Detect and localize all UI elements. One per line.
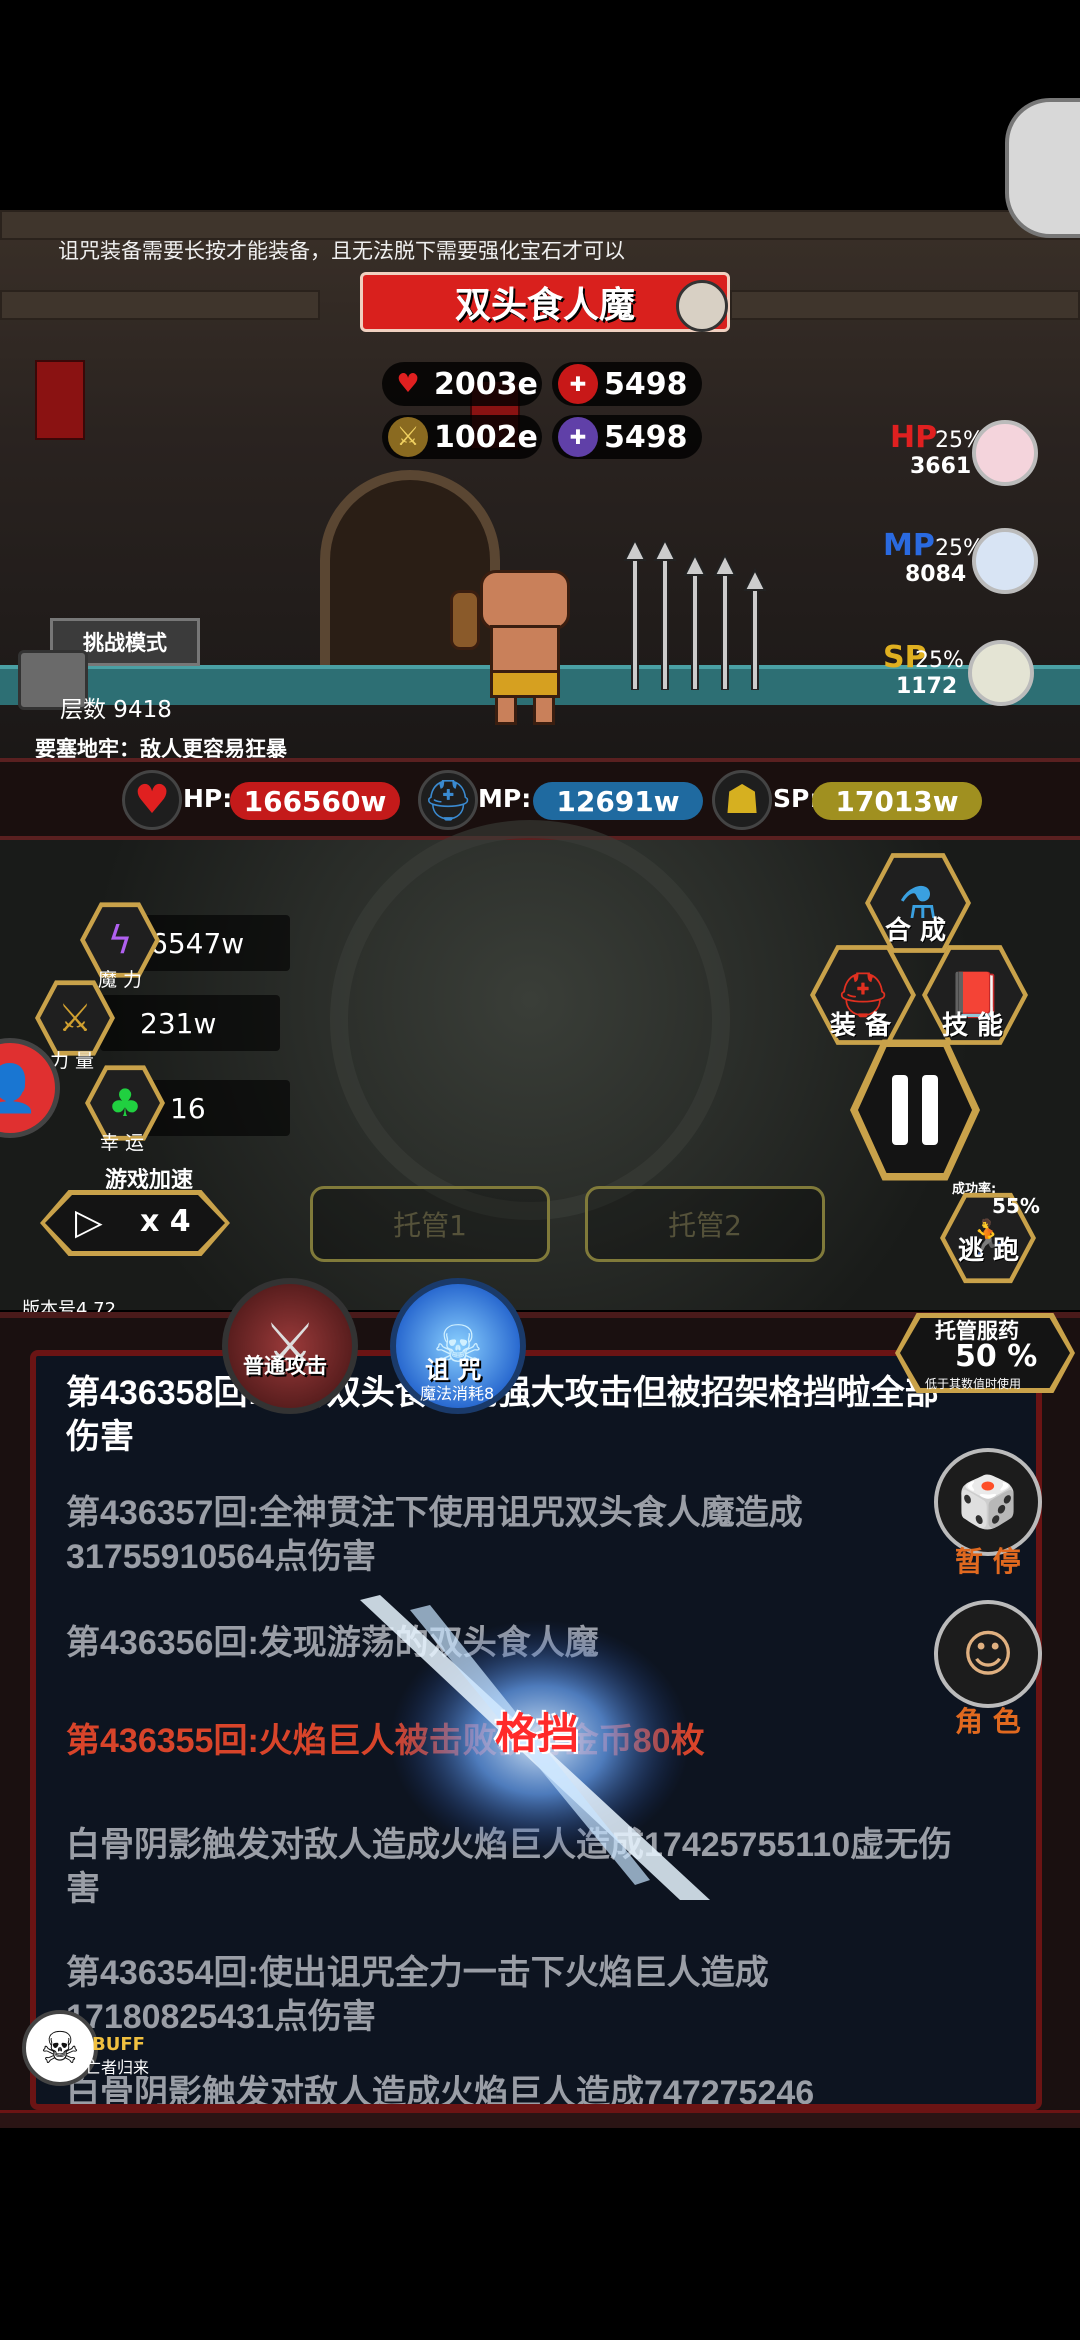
play-icon: ▷ <box>75 1202 103 1243</box>
escape-button[interactable]: 成功率: 🏃 55% 逃 跑 <box>940 1180 1050 1290</box>
sp-potion-icon <box>968 640 1034 706</box>
player-sp-bar: 17013w <box>812 782 982 820</box>
hooded-figure-icon: ☺ <box>961 1625 1015 1683</box>
player-hp-bar: 166560w <box>230 782 400 820</box>
game-speed-button[interactable]: 游戏加速 ▷ x 4 <box>40 1168 230 1256</box>
boss-defense: ✚ 5498 <box>552 362 702 406</box>
log-line: 白骨阴影触发对敌人造成火焰巨人造成747275246 <box>66 2074 815 2110</box>
sword-icon: ⚔ <box>388 417 428 457</box>
equip-tip: 诅咒装备需要长按才能装备，且无法脱下需要强化宝石才可以 <box>58 240 625 263</box>
player-mp-bar: 12691w <box>533 782 703 820</box>
helmet-icon: ⛑ <box>418 770 478 830</box>
block-effect-label: 格挡 <box>495 1709 580 1758</box>
layer-count: 层数 9418 <box>60 697 172 723</box>
role-button[interactable]: ☺ <box>934 1600 1042 1708</box>
attribute-luck: 16 <box>140 1080 290 1136</box>
wheel-decoration <box>330 820 730 1220</box>
heart-icon: ♥ <box>122 770 182 830</box>
boss-sprite <box>450 570 600 730</box>
auto-2-button[interactable]: 托管2 <box>585 1186 825 1262</box>
penguin-avatar-icon[interactable] <box>1005 98 1080 238</box>
auto-1-button[interactable]: 托管1 <box>310 1186 550 1262</box>
normal-attack-button[interactable]: ⚔ <box>222 1278 358 1414</box>
strength-icon: ☗ <box>712 770 772 830</box>
spike-trap <box>620 537 790 691</box>
boss-name: 双头食人魔 <box>360 272 730 332</box>
magic-shield-icon: ✚ <box>558 417 598 457</box>
boss-hp: ♥ 2003e <box>382 362 542 406</box>
hp-potion-icon <box>972 420 1038 486</box>
boss-magic-defense: ✚ 5498 <box>552 415 702 459</box>
frame-bottom <box>0 2110 1080 2128</box>
attribute-strength: 231w <box>100 995 280 1051</box>
shield-icon: ✚ <box>558 364 598 404</box>
dice-icon: 🎲 <box>956 1472 1020 1531</box>
heart-icon: ♥ <box>396 369 420 399</box>
skull-right-icon <box>676 280 728 332</box>
log-line: 第436357回:全神贯注下使用诅咒双头食人魔造成31755910564点伤害 <box>66 1494 803 1576</box>
log-line: 第436354回:使出诅咒全力一击下火焰巨人造成17180825431点伤害 <box>66 1954 769 2036</box>
boss-attack: ⚔ 1002e <box>382 415 542 459</box>
mp-potion-icon <box>972 528 1038 594</box>
